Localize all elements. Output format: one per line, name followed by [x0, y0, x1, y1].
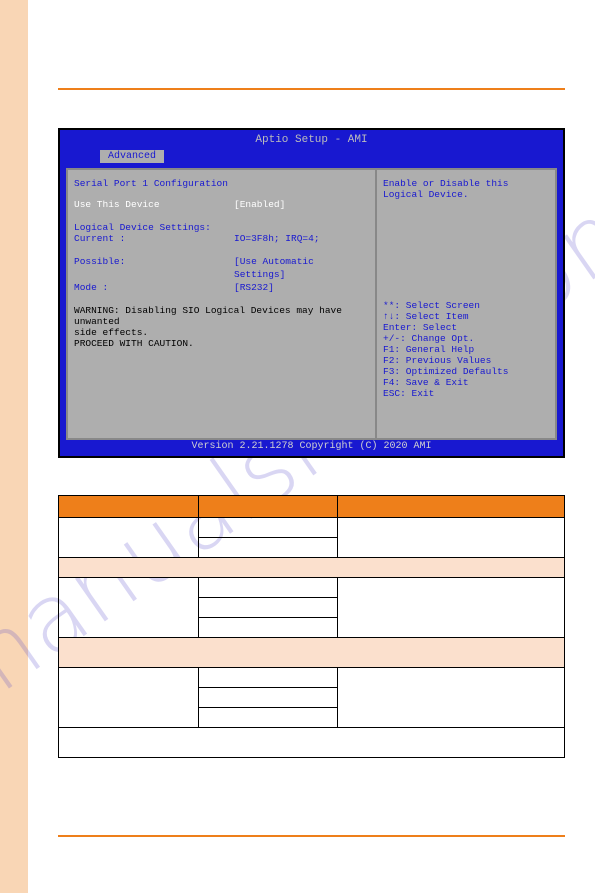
bios-value: IO=3F8h; IRQ=4;	[234, 233, 372, 244]
bios-tab-advanced: Advanced	[100, 150, 164, 163]
options-table	[58, 495, 565, 758]
bios-caution: PROCEED WITH CAUTION.	[74, 338, 372, 349]
bios-key-1: ↑↓: Select Item	[383, 311, 549, 322]
bios-key-3: +/-: Change Opt.	[383, 333, 549, 344]
left-margin-bar	[0, 0, 28, 893]
bottom-horizontal-rule	[58, 835, 565, 837]
bios-key-0: **: Select Screen	[383, 300, 549, 311]
bios-warning-1: WARNING: Disabling SIO Logical Devices m…	[74, 305, 372, 327]
bios-key-2: Enter: Select	[383, 322, 549, 333]
bios-label	[74, 269, 234, 280]
bios-key-8: ESC: Exit	[383, 388, 549, 399]
bios-row-mode: Mode : [RS232]	[74, 282, 372, 293]
bios-row-possible-2: Settings]	[74, 269, 372, 280]
bios-title: Aptio Setup - AMI	[60, 130, 563, 150]
bios-footer: Version 2.21.1278 Copyright (C) 2020 AMI	[60, 441, 563, 452]
table-row	[59, 668, 565, 688]
bios-screenshot: Aptio Setup - AMI Advanced Serial Port 1…	[58, 128, 565, 458]
bios-label: Current :	[74, 233, 234, 244]
bios-warning-2: side effects.	[74, 327, 372, 338]
table-row	[59, 638, 565, 668]
bios-value: [RS232]	[234, 282, 372, 293]
bios-help-text: Enable or Disable this Logical Device.	[383, 178, 549, 200]
bios-label: Use This Device	[74, 199, 234, 210]
bios-key-4: F1: General Help	[383, 344, 549, 355]
bios-section-title: Serial Port 1 Configuration	[74, 178, 372, 189]
table-header	[59, 496, 565, 518]
bios-label: Mode :	[74, 282, 234, 293]
table-row	[59, 518, 565, 538]
table-row	[59, 558, 565, 578]
bios-row-device: Use This Device [Enabled]	[74, 199, 372, 210]
bios-key-6: F3: Optimized Defaults	[383, 366, 549, 377]
bios-value: Settings]	[234, 269, 372, 280]
bios-key-5: F2: Previous Values	[383, 355, 549, 366]
bios-value: [Use Automatic	[234, 256, 372, 267]
bios-row-possible: Possible: [Use Automatic	[74, 256, 372, 267]
bios-side-panel: Enable or Disable this Logical Device. *…	[375, 170, 555, 438]
bios-label: Possible:	[74, 256, 234, 267]
top-horizontal-rule	[58, 88, 565, 90]
table-row	[59, 578, 565, 598]
bios-value: [Enabled]	[234, 199, 372, 210]
bios-row-current: Current : IO=3F8h; IRQ=4;	[74, 233, 372, 244]
bios-body: Serial Port 1 Configuration Use This Dev…	[66, 168, 557, 440]
bios-main-panel: Serial Port 1 Configuration Use This Dev…	[68, 170, 378, 438]
table-row	[59, 728, 565, 758]
bios-key-7: F4: Save & Exit	[383, 377, 549, 388]
bios-settings-header: Logical Device Settings:	[74, 222, 372, 233]
bios-tab-row: Advanced	[60, 150, 563, 166]
